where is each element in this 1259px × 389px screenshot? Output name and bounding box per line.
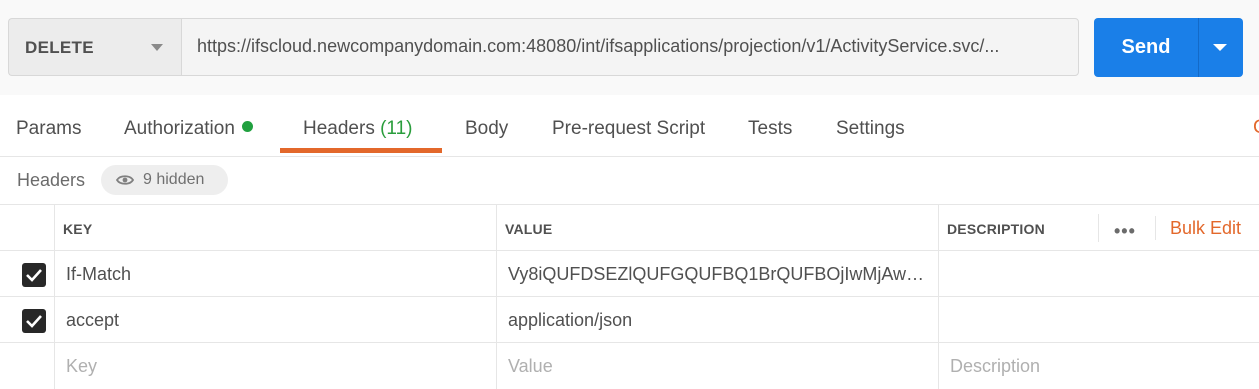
column-header-description: DESCRIPTION xyxy=(947,221,1045,237)
key-placeholder: Key xyxy=(66,356,98,376)
method-label: DELETE xyxy=(25,38,94,57)
active-tab-indicator xyxy=(280,148,442,153)
key-cell[interactable]: If-Match xyxy=(54,251,496,297)
key-cell[interactable]: accept xyxy=(54,297,496,343)
header-value: Vy8iQUFDSEZlQUFGQUFBQ1BrQUFBOjIwMjAwMTA.… xyxy=(508,264,928,284)
header-value-cell: VALUE xyxy=(496,205,938,251)
row-check-cell xyxy=(0,297,54,343)
header-divider xyxy=(1098,214,1099,242)
hidden-headers-toggle[interactable]: 9 hidden xyxy=(101,165,228,195)
description-cell[interactable] xyxy=(938,251,1259,297)
table-row: If-Match Vy8iQUFDSEZlQUFGQUFBQ1BrQUFBOjI… xyxy=(0,250,1259,297)
table-header-row: KEY VALUE DESCRIPTION ••• Bulk Edit xyxy=(0,204,1259,251)
tab-headers[interactable]: Headers (11) xyxy=(303,118,413,140)
more-horizontal-icon[interactable]: ••• xyxy=(1114,221,1136,242)
eye-icon xyxy=(116,175,134,185)
tab-pre-request-script[interactable]: Pre-request Script xyxy=(552,118,705,140)
description-cell[interactable] xyxy=(938,297,1259,343)
tab-authorization[interactable]: Authorization xyxy=(124,118,253,140)
status-dot-icon xyxy=(241,121,253,132)
tab-label: Authorization xyxy=(124,118,235,139)
request-tabs: Params Authorization Headers (11) Body P… xyxy=(0,100,1259,157)
row-check-cell xyxy=(0,343,54,389)
request-bar: DELETE https://ifscloud.newcompanydomain… xyxy=(0,0,1259,95)
send-options-chevron-icon[interactable] xyxy=(1213,44,1227,51)
value-cell[interactable]: Vy8iQUFDSEZlQUFGQUFBQ1BrQUFBOjIwMjAwMTA.… xyxy=(496,251,938,297)
tab-body[interactable]: Body xyxy=(465,118,508,140)
tab-label: Tests xyxy=(748,118,793,139)
header-key: accept xyxy=(66,310,120,330)
header-value: application/json xyxy=(508,310,633,330)
value-input[interactable]: Value xyxy=(496,343,938,389)
bulk-edit-link[interactable]: Bulk Edit xyxy=(1170,218,1241,239)
headers-section-title: Headers xyxy=(17,170,86,190)
tab-settings[interactable]: Settings xyxy=(836,118,905,140)
tab-count: (11) xyxy=(380,118,413,139)
header-key: If-Match xyxy=(66,264,132,284)
tab-tests[interactable]: Tests xyxy=(748,118,792,140)
tab-label: Params xyxy=(16,118,82,139)
column-header-value: VALUE xyxy=(505,221,553,237)
bulk-edit-divider xyxy=(1155,216,1156,240)
hidden-count-label: 9 hidden xyxy=(143,171,205,188)
url-input[interactable]: https://ifscloud.newcompanydomain.com:48… xyxy=(181,18,1079,76)
cookies-link-edge[interactable]: C xyxy=(1253,117,1259,139)
tab-label: Headers xyxy=(303,118,375,139)
tab-label: Pre-request Script xyxy=(552,118,706,139)
send-divider xyxy=(1198,18,1199,77)
header-key-cell: KEY xyxy=(54,205,496,251)
tab-label: Settings xyxy=(836,118,905,139)
header-check-cell xyxy=(0,205,54,251)
send-label: Send xyxy=(1121,36,1171,58)
chevron-down-icon xyxy=(151,44,163,51)
tab-params[interactable]: Params xyxy=(16,118,81,140)
checkbox-checked-icon[interactable] xyxy=(22,263,46,287)
table-row: accept application/json xyxy=(0,296,1259,343)
value-cell[interactable]: application/json xyxy=(496,297,938,343)
value-placeholder: Value xyxy=(508,356,553,376)
key-input[interactable]: Key xyxy=(54,343,496,389)
method-select[interactable]: DELETE xyxy=(8,18,182,76)
row-check-cell xyxy=(0,251,54,297)
description-input[interactable]: Description xyxy=(938,343,1259,389)
description-placeholder: Description xyxy=(950,356,1041,376)
column-header-key: KEY xyxy=(63,221,93,237)
tab-label: Body xyxy=(465,118,509,139)
url-text: https://ifscloud.newcompanydomain.com:48… xyxy=(197,36,1000,56)
new-header-row: Key Value Description xyxy=(0,342,1259,389)
checkbox-checked-icon[interactable] xyxy=(22,309,46,333)
